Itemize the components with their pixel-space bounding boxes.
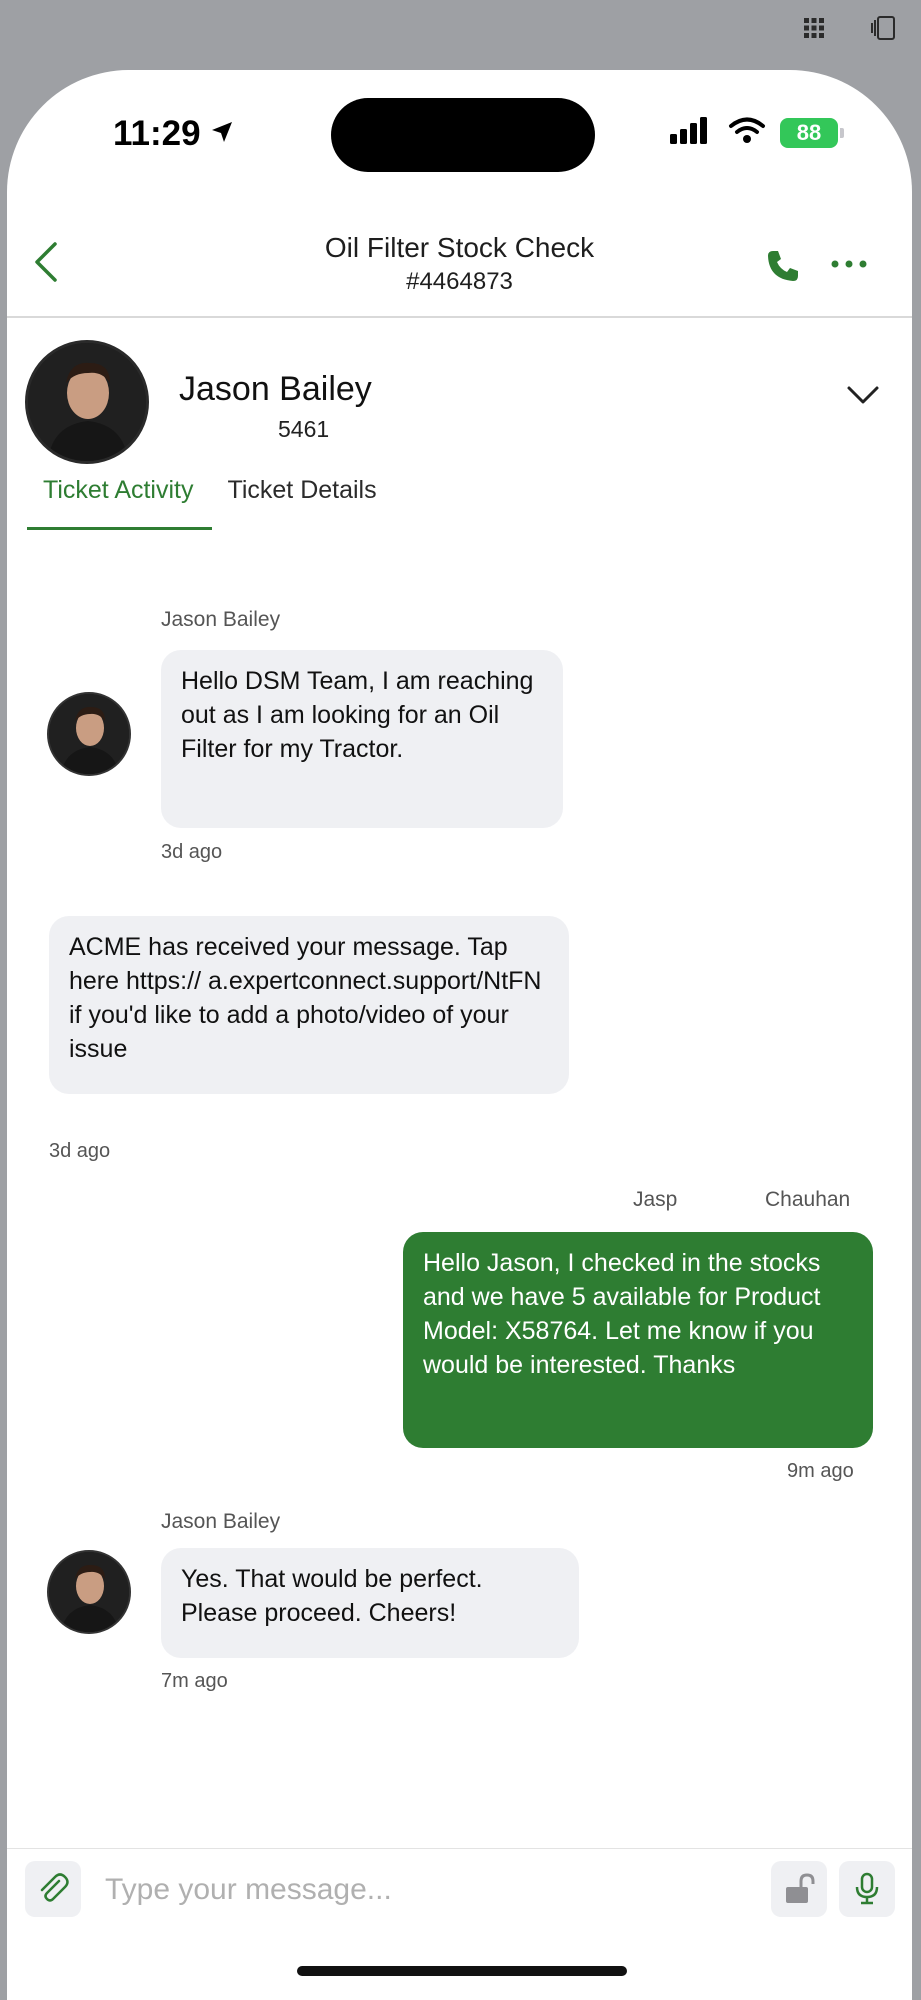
message-timestamp: 9m ago [787,1460,854,1482]
more-icon [831,260,867,268]
message-bubble: Yes. That would be perfect. Please proce… [161,1548,579,1658]
contact-id: 5461 [278,416,330,442]
paperclip-icon [40,1873,69,1902]
message-sender-last: Chauhan [765,1188,851,1211]
battery-indicator: 88 [780,117,844,148]
message-composer [7,1848,912,1929]
microphone-button[interactable] [839,1861,895,1917]
frame-toolbar [803,14,899,42]
message-timestamp: 3d ago [49,1140,111,1162]
phone-screen: 11:29 88 Oil Filter Stock Check #4464873 [7,70,912,2000]
sender-avatar [47,692,131,776]
message-timestamp: 7m ago [161,1670,228,1692]
tab-ticket-activity[interactable]: Ticket Activity [27,470,212,530]
phone-icon [768,251,798,281]
message-timestamp: 3d ago [161,841,223,863]
grid-icon[interactable] [803,17,825,39]
status-time: 11:29 [113,114,235,154]
status-indicators: 88 [670,116,844,149]
microphone-icon [855,1872,879,1905]
sidebar-icon[interactable] [871,14,899,42]
home-indicator[interactable] [297,1966,627,1976]
contact-name: Jason Bailey [179,370,372,408]
call-button[interactable] [765,248,801,284]
message-input[interactable] [103,1859,667,1921]
tab-ticket-details[interactable]: Ticket Details [212,470,393,530]
system-message-bubble[interactable]: ACME has received your message. Tap here… [49,916,569,1094]
message-bubble: Hello DSM Team, I am reaching out as I a… [161,650,563,828]
message-sender: Jason Bailey [161,608,281,631]
sender-avatar [47,1550,131,1634]
dynamic-island [331,98,595,172]
chevron-down-icon [847,386,879,404]
location-arrow-icon [209,114,235,154]
ticket-header: Oil Filter Stock Check #4464873 [7,210,912,318]
contact-avatar [25,340,149,464]
signal-icon [670,116,714,149]
message-sender: Jasp [633,1188,678,1211]
wifi-icon [728,116,766,149]
expand-contact-button[interactable] [845,383,881,407]
message-sender: Jason Bailey [161,1510,281,1533]
ticket-tabs: Ticket Activity Ticket Details [27,470,393,530]
more-options-button[interactable] [829,254,869,274]
status-time-text: 11:29 [113,114,201,153]
outgoing-message-bubble: Hello Jason, I checked in the stocks and… [403,1232,873,1448]
unlock-icon [786,1873,815,1903]
unlock-button[interactable] [771,1861,827,1917]
attach-button[interactable] [25,1861,81,1917]
